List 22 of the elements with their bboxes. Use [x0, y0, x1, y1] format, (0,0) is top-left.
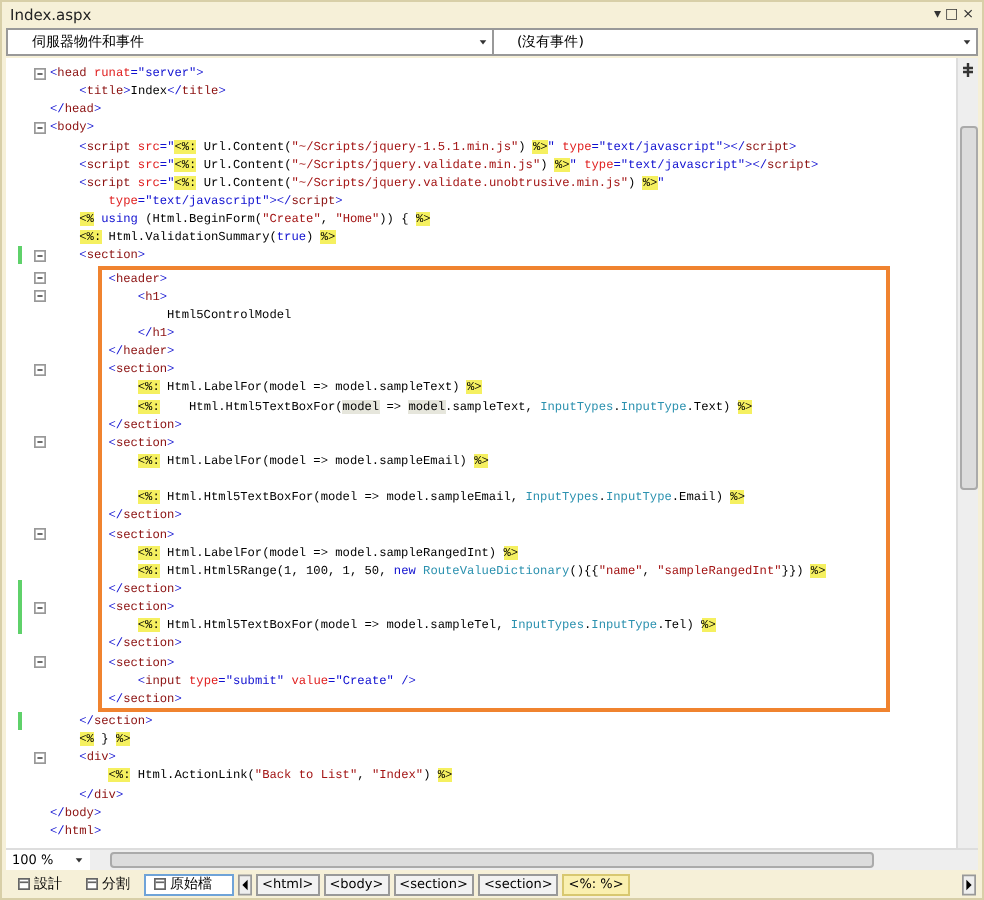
collapse-icon[interactable] — [34, 290, 46, 303]
collapse-icon[interactable] — [34, 528, 46, 541]
collapse-icon[interactable] — [34, 67, 46, 80]
vertical-scrollbar[interactable] — [956, 58, 978, 848]
collapse-icon[interactable] — [34, 601, 46, 614]
collapse-icon[interactable] — [34, 121, 46, 134]
right-arrow-icon[interactable] — [962, 873, 976, 895]
collapse-icon[interactable] — [34, 272, 46, 285]
collapse-icon[interactable] — [34, 751, 46, 764]
collapse-icon[interactable] — [34, 249, 46, 262]
splitter-icon[interactable] — [960, 62, 976, 78]
window-icon — [154, 878, 166, 890]
window-icon — [86, 878, 98, 890]
caret-icon — [962, 38, 972, 46]
caret-icon — [477, 38, 487, 46]
collapse-icon[interactable] — [34, 363, 46, 376]
collapse-icon[interactable] — [34, 656, 46, 669]
collapse-icon[interactable] — [34, 436, 46, 449]
caret-icon — [74, 856, 84, 864]
window-icon — [18, 878, 30, 890]
horizontal-scrollbar[interactable] — [90, 850, 978, 870]
left-arrow-icon[interactable] — [238, 873, 252, 895]
